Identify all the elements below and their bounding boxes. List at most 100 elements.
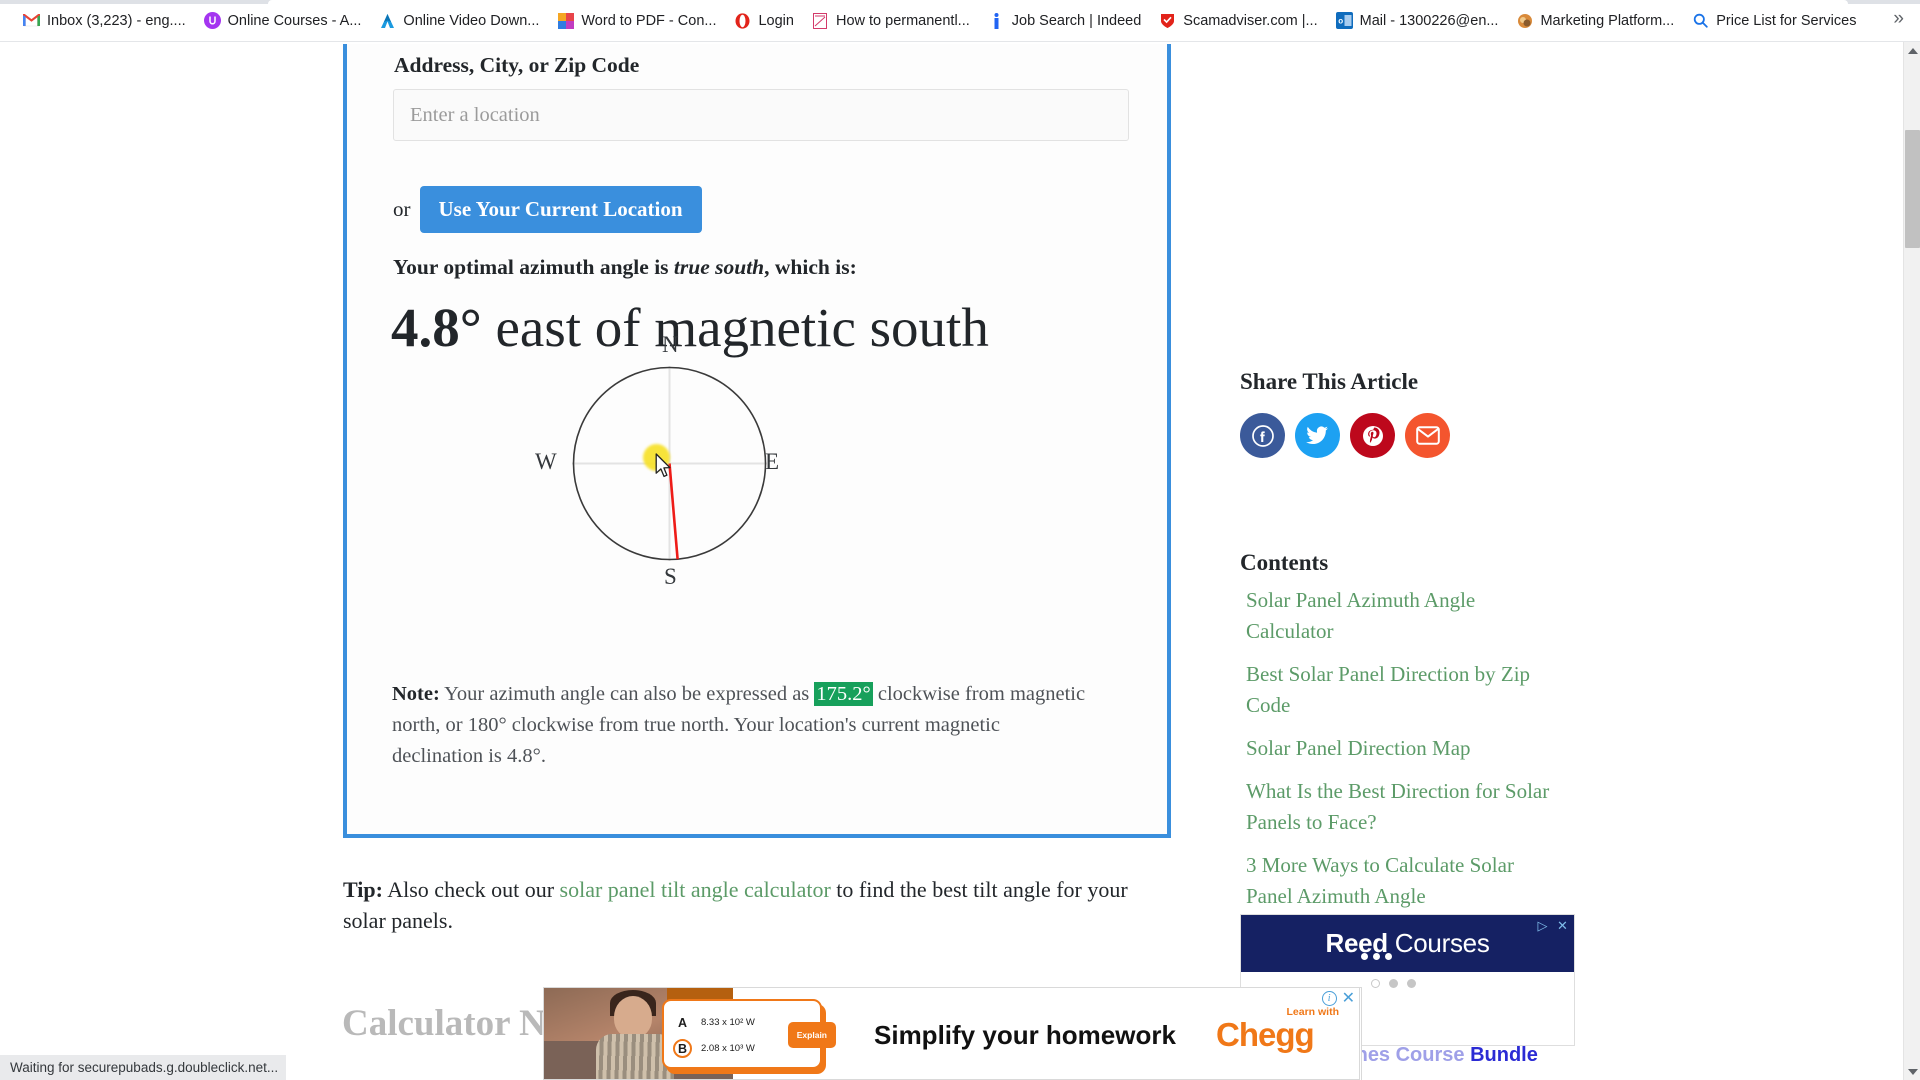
opera-icon bbox=[734, 12, 752, 29]
result-direction: east of magnetic south bbox=[481, 297, 989, 358]
tip-before: Also check out our bbox=[382, 877, 560, 902]
page-scrollbar[interactable] bbox=[1903, 42, 1920, 1080]
location-field-label: Address, City, or Zip Code bbox=[394, 53, 640, 77]
chegg-bottom-ad[interactable]: A 8.33 x 10² W B 2.08 x 10³ W Explain Si… bbox=[543, 987, 1360, 1080]
bookmark-scamadviser[interactable]: Scamadviser.com |... bbox=[1150, 6, 1326, 36]
bookmark-label: Word to PDF - Con... bbox=[581, 12, 717, 29]
twitter-share-button[interactable] bbox=[1295, 413, 1340, 458]
video-downloader-icon bbox=[379, 12, 397, 29]
contents-link-three-more-ways[interactable]: 3 More Ways to Calculate Solar Panel Azi… bbox=[1246, 853, 1514, 908]
bookmark-price-list[interactable]: Price List for Services bbox=[1683, 6, 1865, 36]
scroll-up-button[interactable] bbox=[1904, 42, 1920, 59]
adchoices-icon[interactable]: i bbox=[1321, 991, 1337, 1006]
chegg-ad-headline: Simplify your homework bbox=[874, 1020, 1176, 1050]
chegg-option-b-key: B bbox=[673, 1039, 692, 1058]
note-label: Note: bbox=[392, 683, 440, 705]
outlook-icon: o bbox=[1335, 12, 1353, 29]
bookmark-label: Job Search | Indeed bbox=[1011, 12, 1142, 29]
bookmark-label: Login bbox=[758, 12, 794, 29]
chegg-explain-button[interactable]: Explain bbox=[787, 1022, 836, 1048]
svg-text:o: o bbox=[1338, 17, 1343, 26]
facebook-icon bbox=[1251, 424, 1274, 447]
bookmark-label: Marketing Platform... bbox=[1540, 12, 1675, 29]
bookmarks-bar: Inbox (3,223) - eng.... Online Courses -… bbox=[0, 0, 1920, 42]
adchoices-icon[interactable]: ▷ bbox=[1534, 917, 1551, 934]
compass-diagram: N E S W bbox=[535, 332, 780, 589]
or-row: or Use Your Current Location bbox=[393, 186, 702, 233]
note-part-one: Your azimuth angle can also be expressed… bbox=[439, 683, 815, 705]
envelope-icon bbox=[1415, 426, 1440, 445]
bookmark-online-courses[interactable]: Online Courses - A... bbox=[195, 6, 371, 36]
optimal-suffix: , which is: bbox=[764, 255, 857, 279]
optimal-azimuth-statement: Your optimal azimuth angle is true south… bbox=[393, 255, 857, 280]
active-tab-edge bbox=[268, 0, 1848, 4]
bookmark-label: Scamadviser.com |... bbox=[1183, 12, 1318, 29]
tilt-angle-calculator-link[interactable]: solar panel tilt angle calculator bbox=[560, 877, 831, 902]
optimal-prefix: Your optimal azimuth angle is bbox=[393, 255, 674, 279]
bookmark-marketing-platform[interactable]: Marketing Platform... bbox=[1507, 6, 1683, 36]
page-content: Address, City, or Zip Code or Use Your C… bbox=[0, 42, 1905, 1080]
contents-link-best-direction[interactable]: What Is the Best Direction for Solar Pan… bbox=[1246, 779, 1549, 834]
chegg-logo-wrap: Learn with Chegg bbox=[1216, 1006, 1341, 1052]
scroll-down-button[interactable] bbox=[1904, 1063, 1920, 1080]
word-to-pdf-icon bbox=[557, 12, 575, 29]
reed-logo: Reed Courses bbox=[1325, 928, 1489, 959]
indeed-icon bbox=[987, 12, 1005, 29]
bookmark-word-to-pdf[interactable]: Word to PDF - Con... bbox=[548, 6, 725, 36]
compass-label-north: N bbox=[662, 332, 679, 357]
pinterest-share-button[interactable] bbox=[1350, 413, 1395, 458]
bookmark-how-to-permanently[interactable]: How to permanentl... bbox=[803, 6, 979, 36]
chegg-ad-controls[interactable]: i ✕ bbox=[1321, 991, 1355, 1007]
contents-link-direction-map[interactable]: Solar Panel Direction Map bbox=[1246, 736, 1471, 760]
contents-item: What Is the Best Direction for Solar Pan… bbox=[1246, 776, 1556, 838]
contents-heading: Contents bbox=[1240, 550, 1329, 575]
bookmark-video-downloader[interactable]: Online Video Down... bbox=[370, 6, 548, 36]
bookmark-label: Online Courses - A... bbox=[227, 12, 362, 29]
udemy-icon bbox=[203, 12, 221, 29]
bookmark-login[interactable]: Login bbox=[725, 6, 802, 36]
tip-paragraph: Tip: Also check out our solar panel tilt… bbox=[343, 874, 1153, 936]
bookmark-inbox[interactable]: Inbox (3,223) - eng.... bbox=[14, 6, 195, 36]
azimuth-note: Note: Your azimuth angle can also be exp… bbox=[392, 679, 1092, 772]
reed-carousel-dots[interactable] bbox=[1371, 979, 1416, 988]
result-headline: 4.8° east of magnetic south bbox=[391, 296, 989, 359]
marketing-platform-icon bbox=[1516, 12, 1534, 29]
contents-item: 3 More Ways to Calculate Solar Panel Azi… bbox=[1246, 850, 1556, 912]
gmail-icon bbox=[23, 12, 40, 29]
contents-list: Solar Panel Azimuth Angle Calculator Bes… bbox=[1246, 585, 1556, 967]
use-current-location-button[interactable]: Use Your Current Location bbox=[419, 186, 702, 233]
article-icon bbox=[811, 12, 829, 29]
mouse-cursor bbox=[655, 453, 671, 478]
status-bar: Waiting for securepubads.g.doubleclick.n… bbox=[0, 1055, 287, 1080]
bookmark-label: Mail - 1300226@en... bbox=[1359, 12, 1499, 29]
reed-logo-wrap: Reed Courses bbox=[1325, 928, 1490, 960]
location-input[interactable] bbox=[393, 89, 1129, 141]
bookmark-indeed[interactable]: Job Search | Indeed bbox=[979, 6, 1151, 36]
compass-label-east: E bbox=[765, 449, 780, 474]
contents-item: Solar Panel Direction Map bbox=[1246, 733, 1556, 764]
chegg-option-b-row: B 2.08 x 10³ W bbox=[673, 1039, 755, 1058]
reed-ad-controls[interactable]: ▷ ✕ bbox=[1534, 917, 1571, 934]
bookmarks-overflow-button[interactable]: » bbox=[1887, 8, 1910, 30]
scrollbar-thumb[interactable] bbox=[1905, 130, 1920, 248]
contents-link-direction-by-zip[interactable]: Best Solar Panel Direction by Zip Code bbox=[1246, 662, 1530, 717]
chegg-logo-text: Chegg bbox=[1216, 1016, 1315, 1053]
contents-item: Best Solar Panel Direction by Zip Code bbox=[1246, 659, 1556, 721]
chegg-option-a-value: 8.33 x 10² W bbox=[701, 1017, 755, 1028]
email-share-button[interactable] bbox=[1405, 413, 1450, 458]
chegg-option-a-row: A 8.33 x 10² W bbox=[673, 1013, 755, 1032]
reed-logo-rest: Courses bbox=[1387, 928, 1490, 958]
bookmark-label: Online Video Down... bbox=[403, 12, 540, 29]
chegg-option-a-key: A bbox=[677, 1015, 688, 1030]
bookmark-outlook-mail[interactable]: o Mail - 1300226@en... bbox=[1327, 6, 1508, 36]
contents-item: Solar Panel Azimuth Angle Calculator bbox=[1246, 585, 1556, 647]
close-icon[interactable]: ✕ bbox=[1554, 917, 1571, 934]
bookmark-label: Inbox (3,223) - eng.... bbox=[47, 12, 186, 29]
or-label: or bbox=[393, 197, 411, 221]
close-icon[interactable]: ✕ bbox=[1342, 991, 1355, 1007]
facebook-share-button[interactable] bbox=[1240, 413, 1285, 458]
compass-label-south: S bbox=[664, 564, 677, 589]
reed-ad-banner[interactable]: Reed Courses ▷ ✕ bbox=[1241, 915, 1574, 972]
share-buttons bbox=[1240, 413, 1450, 458]
contents-link-azimuth-calculator[interactable]: Solar Panel Azimuth Angle Calculator bbox=[1246, 588, 1475, 643]
